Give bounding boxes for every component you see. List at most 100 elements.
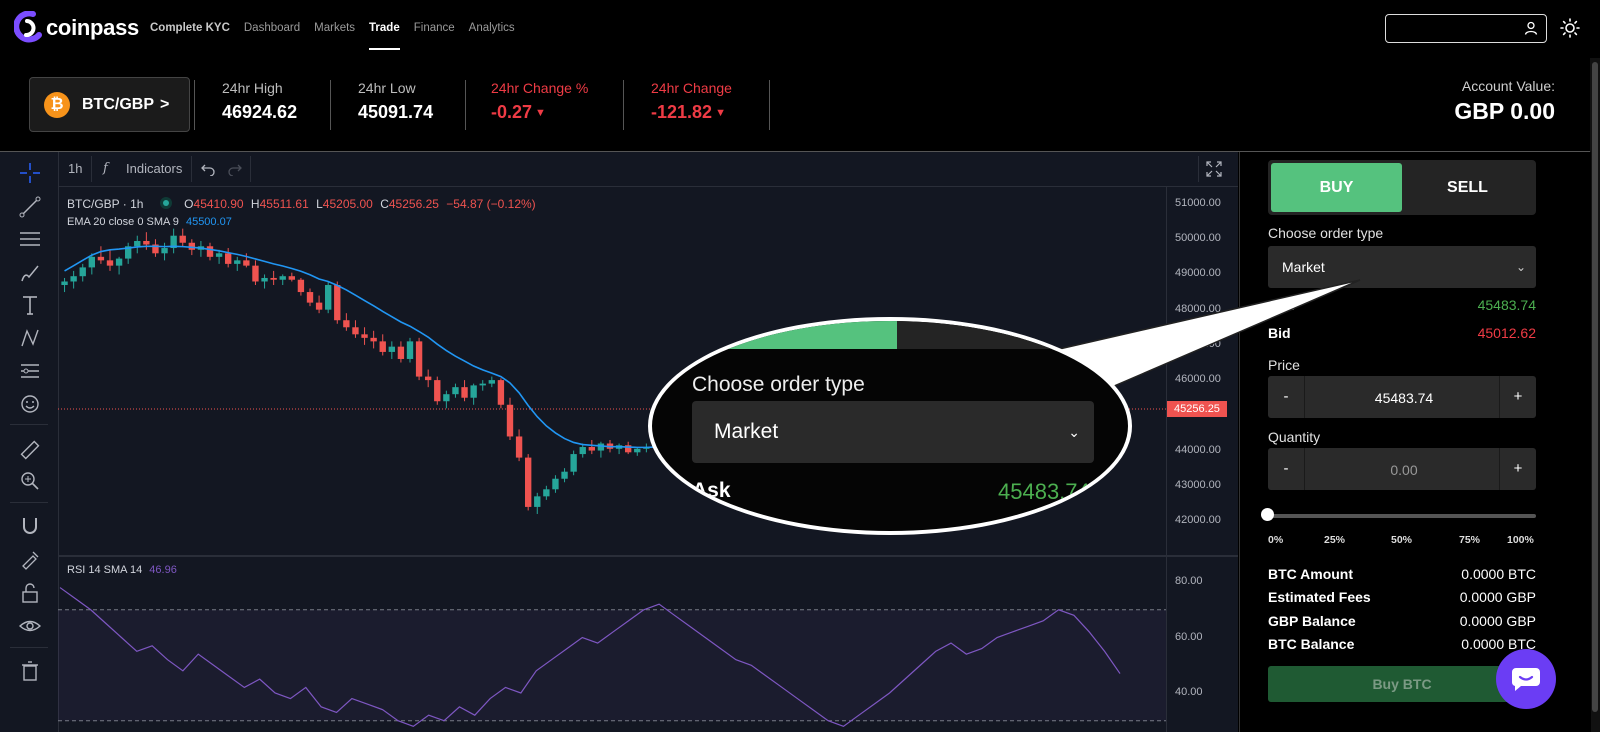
pair-selector-button[interactable]: ₿ BTC/GBP > bbox=[29, 77, 190, 132]
rsi-axis-tick: 60.00 bbox=[1175, 630, 1203, 643]
candle-body bbox=[270, 277, 277, 280]
live-status-dot-icon bbox=[159, 197, 172, 209]
candle-body bbox=[143, 240, 150, 245]
user-icon[interactable] bbox=[1524, 21, 1538, 35]
candle-body bbox=[188, 242, 195, 250]
candle-body bbox=[370, 337, 377, 342]
candle-body bbox=[134, 240, 141, 247]
candle-body bbox=[506, 404, 514, 437]
stat-label: 24hr High bbox=[222, 80, 283, 96]
candle-body bbox=[70, 276, 77, 282]
candle-body bbox=[361, 334, 368, 338]
price-decrement-button[interactable]: - bbox=[1268, 376, 1305, 418]
price-input[interactable] bbox=[1304, 376, 1504, 420]
slider-tick-0[interactable]: 0% bbox=[1268, 534, 1283, 546]
divider bbox=[194, 80, 195, 130]
quantity-input[interactable] bbox=[1304, 448, 1504, 492]
nav-trade[interactable]: Trade bbox=[369, 0, 400, 56]
account-value-amount: GBP 0.00 bbox=[1454, 98, 1555, 124]
nav-finance[interactable]: Finance bbox=[414, 0, 455, 56]
bid-row: Bid 45012.62 bbox=[1268, 325, 1536, 341]
rsi-legend[interactable]: RSI 14 SMA 14 46.96 bbox=[67, 564, 177, 576]
candle-body bbox=[634, 448, 641, 453]
summary-estimated-fees: Estimated Fees 0.0000 GBP bbox=[1268, 589, 1536, 605]
rsi-band bbox=[58, 609, 1166, 721]
legend-low: 45205.00 bbox=[322, 197, 373, 211]
nav-complete-kyc[interactable]: Complete KYC bbox=[150, 0, 230, 56]
candle-body bbox=[115, 258, 123, 266]
legend-ohlc: O45410.90 H45511.61 L45205.00 C45256.25 … bbox=[184, 197, 536, 211]
candle-body bbox=[325, 285, 332, 310]
candle-body bbox=[561, 471, 568, 479]
amount-slider-track[interactable] bbox=[1268, 514, 1536, 518]
account-value: Account Value: GBP 0.00 bbox=[1454, 78, 1555, 125]
nav-analytics[interactable]: Analytics bbox=[469, 0, 515, 56]
amount-slider-thumb[interactable] bbox=[1261, 508, 1274, 521]
candle-body bbox=[215, 253, 223, 257]
theme-toggle-sun-icon[interactable] bbox=[1560, 18, 1580, 38]
brand-name: coinpass bbox=[46, 15, 139, 40]
main-nav: Complete KYC Dashboard Markets Trade Fin… bbox=[150, 0, 529, 56]
slider-tick-75[interactable]: 75% bbox=[1459, 534, 1480, 546]
price-axis-tick: 50000.00 bbox=[1175, 232, 1221, 245]
ema-legend[interactable]: EMA 20 close 0 SMA 9 45500.07 bbox=[67, 216, 232, 228]
rsi-value: 46.96 bbox=[149, 564, 177, 576]
chevron-right-icon: > bbox=[160, 95, 170, 113]
legend-close: 45256.25 bbox=[388, 197, 439, 211]
nav-dashboard[interactable]: Dashboard bbox=[244, 0, 300, 56]
pair-label: BTC/GBP bbox=[82, 95, 154, 113]
buy-sell-toggle: BUY SELL bbox=[1268, 160, 1536, 215]
stat-24h-change: 24hr Change -121.82 ▼ bbox=[651, 80, 732, 123]
summary-value: 0.0000 BTC bbox=[1461, 566, 1536, 582]
slider-tick-25[interactable]: 25% bbox=[1324, 534, 1345, 546]
coinpass-logo[interactable]: coinpass bbox=[14, 8, 139, 48]
slider-tick-50[interactable]: 50% bbox=[1391, 534, 1412, 546]
quantity-stepper: - + bbox=[1268, 448, 1536, 492]
divider bbox=[465, 80, 466, 130]
stat-value: -121.82 ▼ bbox=[651, 102, 732, 123]
nav-markets[interactable]: Markets bbox=[314, 0, 355, 56]
ask-row: Ask 45483.74 bbox=[1268, 297, 1536, 313]
stat-24h-high: 24hr High 46924.62 bbox=[222, 80, 297, 123]
search-input[interactable] bbox=[1386, 15, 1526, 43]
ema-label: EMA 20 close 0 SMA 9 bbox=[67, 216, 179, 228]
order-type-select[interactable]: Market ⌄ bbox=[1268, 246, 1536, 288]
chat-support-button[interactable] bbox=[1496, 649, 1556, 709]
sell-tab-button[interactable]: SELL bbox=[1402, 163, 1533, 212]
candle-body bbox=[161, 248, 168, 254]
account-search-box[interactable] bbox=[1385, 14, 1547, 43]
buy-tab-button[interactable]: BUY bbox=[1271, 163, 1402, 212]
stat-label: 24hr Low bbox=[358, 80, 416, 96]
rsi-label: RSI 14 SMA 14 bbox=[67, 564, 143, 576]
coinpass-logo-icon bbox=[14, 11, 42, 43]
candle-body bbox=[261, 277, 268, 282]
order-type-label: Choose order type bbox=[1268, 225, 1384, 241]
page-scrollbar-thumb[interactable] bbox=[1592, 62, 1598, 712]
candle-body bbox=[352, 327, 359, 335]
candlestick-chart[interactable] bbox=[0, 152, 1238, 732]
caret-down-icon: ▼ bbox=[715, 107, 726, 119]
ask-label: Ask bbox=[1268, 297, 1294, 313]
candle-body bbox=[515, 436, 523, 458]
candle-body bbox=[397, 346, 405, 359]
candle-body bbox=[497, 380, 505, 405]
summary-label: GBP Balance bbox=[1268, 613, 1356, 629]
slider-tick-100[interactable]: 100% bbox=[1507, 534, 1534, 546]
quantity-increment-button[interactable]: + bbox=[1499, 448, 1536, 490]
summary-value: 0.0000 GBP bbox=[1459, 613, 1536, 629]
price-increment-button[interactable]: + bbox=[1499, 376, 1536, 418]
ask-value: 45483.74 bbox=[1477, 297, 1536, 313]
price-axis-tick: 46000.00 bbox=[1175, 373, 1221, 386]
chat-icon bbox=[1511, 668, 1540, 691]
candle-body bbox=[525, 457, 532, 507]
price-chart-widget[interactable]: 1h f Indicators BTC/GBP · 1h O45410.90 H… bbox=[0, 152, 1238, 732]
quantity-decrement-button[interactable]: - bbox=[1268, 448, 1305, 490]
candle-body bbox=[334, 285, 341, 321]
bid-value: 45012.62 bbox=[1477, 325, 1536, 341]
price-axis-tick: 48000.00 bbox=[1175, 302, 1221, 315]
candle-body bbox=[488, 380, 495, 384]
account-value-label: Account Value: bbox=[1461, 78, 1555, 94]
price-axis-tick: 49000.00 bbox=[1175, 267, 1221, 280]
legend-high: 45511.61 bbox=[259, 197, 309, 211]
summary-value: 0.0000 GBP bbox=[1459, 589, 1536, 605]
